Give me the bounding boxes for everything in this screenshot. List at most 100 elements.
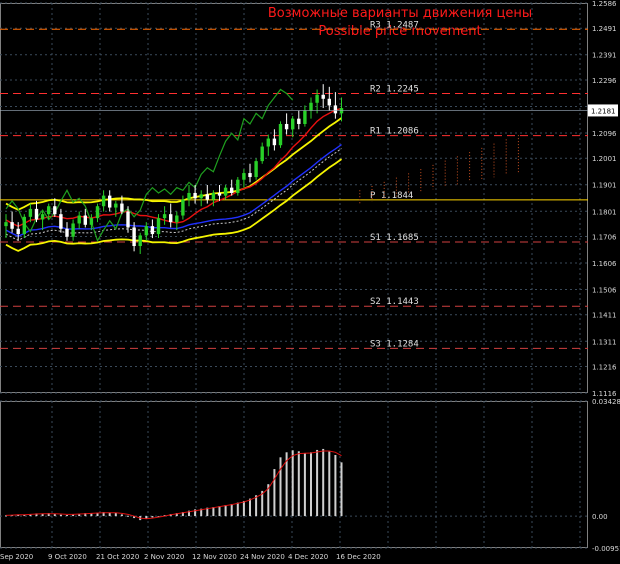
pivot-label-r2: R2 1.2245 — [370, 84, 419, 94]
candle-body — [254, 161, 258, 178]
candle-body — [34, 208, 39, 220]
price-tick-label: 1.2296 — [592, 77, 617, 85]
candle-body — [150, 226, 155, 235]
price-tick-label: 1.1606 — [592, 260, 617, 268]
oscillator-bar — [114, 513, 117, 517]
price-tick-label: 1.1901 — [592, 182, 617, 190]
candle-body — [77, 215, 81, 224]
oscillator-bar — [340, 462, 343, 517]
candle-body — [211, 192, 216, 200]
price-tick-label: 1.2586 — [592, 0, 617, 8]
candle-body — [248, 173, 252, 178]
candle-body — [40, 214, 45, 220]
oscillator-bar — [59, 514, 62, 517]
oscillator-bar — [279, 457, 282, 517]
oscillator-bar — [120, 514, 123, 517]
oscillator-bar — [310, 452, 312, 517]
candle-body — [181, 199, 185, 216]
candle-body — [169, 214, 173, 223]
x-axis-label: Sep 2020 — [0, 553, 33, 561]
candle-body — [278, 123, 283, 146]
oscillator-bar — [66, 515, 68, 517]
osc-tick-label: 0.03428 — [592, 398, 620, 406]
candle-body — [95, 206, 100, 219]
oscillator-bar — [218, 506, 221, 517]
x-axis-label: 9 Oct 2020 — [48, 553, 87, 561]
candle-body — [205, 194, 209, 200]
current-price-tag-text: 1.2181 — [591, 107, 616, 115]
candle-body — [303, 110, 307, 124]
pivot-label-s2: S2 1.1443 — [370, 297, 419, 307]
price-tick-label: 1.1411 — [592, 312, 617, 320]
oscillator-bar — [328, 451, 331, 517]
candle-body — [108, 195, 112, 208]
candle-body — [175, 215, 179, 223]
candle-body — [260, 146, 264, 162]
candle-body — [114, 203, 118, 208]
candle-body — [236, 179, 240, 193]
price-tick-label: 1.1216 — [592, 363, 617, 371]
price-tick-label: 1.2096 — [592, 130, 617, 138]
oscillator-bar — [297, 451, 300, 517]
candle-body — [120, 203, 124, 212]
osc-tick-label: 0.00 — [592, 513, 608, 521]
x-axis-label: 2 Nov 2020 — [144, 553, 184, 561]
candle-body — [199, 194, 203, 199]
osc-tick-label: -0.00951 — [592, 545, 620, 553]
oscillator-bar — [255, 495, 258, 517]
candle-body — [309, 102, 313, 111]
candle-body — [28, 208, 33, 217]
x-axis-label: 4 Dec 2020 — [288, 553, 328, 561]
oscillator-bar — [249, 498, 251, 517]
candle-body — [242, 173, 246, 180]
candle-body — [10, 222, 14, 229]
candle-body — [217, 192, 222, 196]
candle-body — [4, 222, 8, 227]
oscillator-bar — [303, 452, 306, 517]
oscillator-bar — [242, 500, 245, 517]
oscillator-bar — [322, 448, 325, 517]
candle-body — [65, 228, 69, 237]
oscillator-bar — [273, 469, 276, 517]
candle-body — [59, 214, 63, 229]
candle-body — [291, 118, 295, 130]
candle-body — [71, 223, 75, 237]
oscillator-bar — [334, 454, 337, 517]
price-tick-label: 1.1116 — [592, 390, 617, 398]
x-axis-label: 16 Dec 2020 — [336, 553, 381, 561]
price-tick-label: 1.1706 — [592, 233, 617, 241]
oscillator-bar — [316, 449, 319, 517]
price-tick-label: 1.1801 — [592, 208, 617, 216]
candle-body — [187, 192, 191, 200]
candle-body — [89, 218, 94, 225]
candle-body — [193, 192, 197, 199]
candle-body — [101, 195, 106, 207]
candle-body — [16, 228, 20, 235]
candle-body — [126, 211, 130, 228]
oscillator-bar — [212, 507, 215, 517]
candle-body — [144, 226, 148, 236]
oscillator-bar — [53, 514, 56, 517]
candle-body — [321, 94, 325, 99]
candle-body — [132, 227, 136, 247]
candle-body — [272, 138, 277, 146]
pivot-label-s1: S1 1.1685 — [370, 233, 419, 243]
oscillator-panel-frame — [0, 401, 588, 548]
bollinger-lower-band — [5, 158, 343, 252]
candle-body — [297, 118, 301, 124]
candle-body — [162, 214, 167, 219]
x-axis-label: 12 Nov 2020 — [192, 553, 237, 561]
main-panel-frame — [0, 3, 588, 393]
price-tick-label: 1.2391 — [592, 52, 617, 60]
pivot-label-p: P 1.1844 — [370, 191, 413, 201]
x-axis-label: 21 Oct 2020 — [96, 553, 139, 561]
candle-body — [327, 98, 331, 106]
candle-body — [266, 138, 270, 147]
candle-body — [284, 123, 289, 130]
x-axis-label: 24 Nov 2020 — [240, 553, 285, 561]
candle-body — [315, 94, 319, 103]
candle-body — [22, 216, 26, 235]
pivot-label-r1: R1 1.2086 — [370, 127, 419, 137]
candle-body — [156, 218, 161, 235]
oscillator-bar — [230, 503, 233, 517]
